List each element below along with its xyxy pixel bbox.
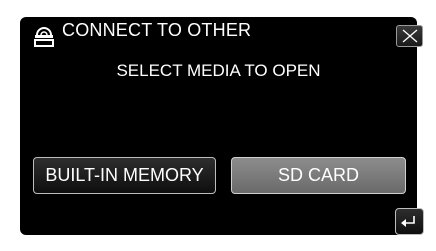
camera-screen: CONNECT TO OTHER SELECT MEDIA TO OPEN BU… xyxy=(20,17,424,235)
close-button[interactable] xyxy=(396,25,423,47)
back-return-icon xyxy=(401,216,415,227)
close-icon xyxy=(402,29,418,43)
back-button[interactable] xyxy=(395,208,424,235)
sd-card-button[interactable]: SD CARD xyxy=(231,157,406,194)
disc-drive-icon xyxy=(32,23,56,49)
sd-card-label: SD CARD xyxy=(277,165,359,185)
built-in-memory-button[interactable]: BUILT-IN MEMORY xyxy=(33,157,216,194)
built-in-memory-label: BUILT-IN MEMORY xyxy=(45,165,204,185)
dialog-subtitle: SELECT MEDIA TO OPEN xyxy=(116,61,321,80)
dialog-title: CONNECT TO OTHER xyxy=(62,20,252,40)
